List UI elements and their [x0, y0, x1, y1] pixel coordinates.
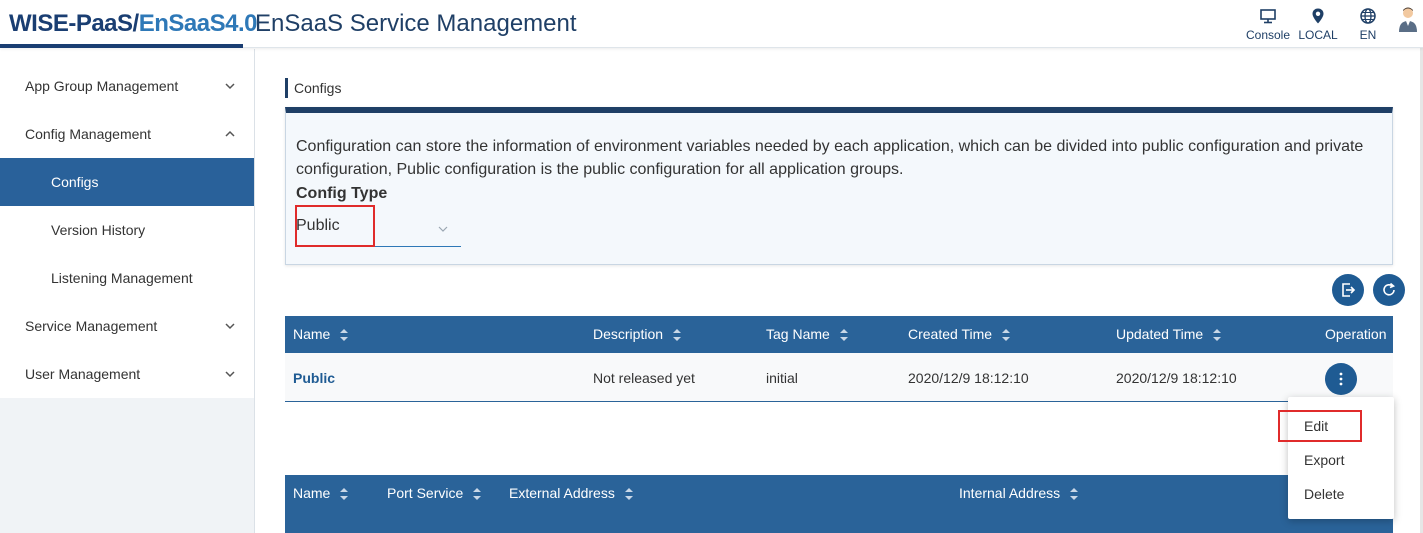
sidebar-item-user-management[interactable]: User Management — [0, 350, 254, 398]
config-type-select[interactable]: Public — [295, 205, 461, 247]
column-header-created-time[interactable]: Created Time — [908, 316, 1011, 353]
monitor-icon — [1260, 9, 1276, 24]
logo-underline — [0, 44, 243, 48]
sort-icon — [1002, 328, 1011, 341]
column-label: External Address — [509, 485, 615, 501]
column-header-name[interactable]: Name — [293, 316, 349, 353]
chevron-down-icon — [225, 323, 235, 330]
column-label: Created Time — [908, 326, 993, 342]
column-label: Tag Name — [766, 326, 830, 342]
top-header: WISE-PaaS/EnSaaS4.0 EnSaaS Service Manag… — [0, 0, 1423, 48]
top-actions: Console LOCAL EN — [1243, 4, 1423, 44]
logo-ensaas: EnSaaS4.0 — [138, 10, 258, 37]
column-header-operation: Operation — [1325, 316, 1386, 353]
sidebar-item-configs[interactable]: Configs — [0, 158, 254, 206]
config-description: Configuration can store the information … — [296, 138, 1364, 178]
sidebar-item-label: App Group Management — [25, 78, 179, 94]
sort-icon — [340, 328, 349, 341]
refresh-button[interactable] — [1373, 274, 1405, 306]
config-description-cell: Not released yet — [593, 369, 695, 386]
chevron-down-icon — [438, 226, 448, 232]
column-header-tag-name[interactable]: Tag Name — [766, 316, 849, 353]
highlight-box — [295, 205, 375, 247]
sidebar-item-label: Configs — [51, 174, 99, 190]
column-label: Description — [593, 326, 664, 342]
column-label: Updated Time — [1116, 326, 1204, 342]
column-header-name[interactable]: Name — [293, 475, 349, 512]
sidebar-item-listening-management[interactable]: Listening Management — [0, 254, 254, 302]
globe-icon — [1360, 8, 1376, 24]
chevron-down-icon — [225, 83, 235, 90]
sidebar-item-label: Version History — [51, 222, 146, 238]
breadcrumb: Configs — [285, 78, 341, 98]
sort-icon — [673, 328, 682, 341]
user-avatar-icon — [1399, 7, 1417, 32]
menu-item-export[interactable]: Export — [1304, 448, 1344, 472]
config-info-card: Configuration can store the information … — [285, 107, 1393, 265]
sidebar: App Group Management Config Management C… — [0, 49, 255, 533]
column-header-internal-address[interactable]: Internal Address — [959, 475, 1079, 512]
sort-icon — [473, 487, 482, 500]
menu-item-delete[interactable]: Delete — [1304, 482, 1344, 506]
column-header-port-service[interactable]: Port Service — [387, 475, 482, 512]
table-header: Name Port Service External Address Inter… — [285, 475, 1393, 533]
location-label: LOCAL — [1298, 28, 1338, 42]
sort-icon — [624, 487, 633, 500]
table-row: Public Not released yet initial 2020/12/… — [285, 353, 1393, 402]
sidebar-item-label: User Management — [25, 366, 141, 382]
console-button[interactable]: Console — [1243, 4, 1293, 44]
config-created-cell: 2020/12/9 18:12:10 — [908, 369, 1029, 386]
more-vertical-icon — [1339, 372, 1343, 386]
user-avatar-button[interactable] — [1393, 4, 1423, 44]
row-operation-button[interactable] — [1325, 363, 1357, 395]
table-header: Name Description Tag Name Created Time U… — [285, 316, 1393, 353]
export-button[interactable] — [1332, 274, 1364, 306]
sidebar-item-version-history[interactable]: Version History — [0, 206, 254, 254]
services-table: Name Port Service External Address Inter… — [285, 475, 1393, 533]
sidebar-item-label: Service Management — [25, 318, 158, 334]
config-tag-cell: initial — [766, 369, 798, 386]
app-title: EnSaaS Service Management — [255, 10, 577, 37]
sidebar-item-config-management[interactable]: Config Management — [0, 110, 254, 158]
sort-icon — [340, 487, 349, 500]
sidebar-item-label: Listening Management — [51, 270, 193, 286]
config-updated-cell: 2020/12/9 18:12:10 — [1116, 369, 1237, 386]
logo-wise-paas: WISE-PaaS/ — [9, 10, 139, 37]
language-button[interactable]: EN — [1343, 4, 1393, 44]
configs-table: Name Description Tag Name Created Time U… — [285, 316, 1393, 402]
export-icon — [1342, 283, 1356, 297]
sort-icon — [839, 328, 848, 341]
chevron-down-icon — [225, 371, 235, 378]
refresh-icon — [1383, 282, 1396, 296]
sidebar-item-label: Config Management — [25, 126, 152, 142]
location-pin-icon — [1312, 8, 1324, 24]
config-type-label: Config Type — [296, 185, 388, 202]
sidebar-item-service-management[interactable]: Service Management — [0, 302, 254, 350]
column-label: Internal Address — [959, 485, 1061, 501]
config-name-link[interactable]: Public — [293, 353, 335, 402]
column-header-updated-time[interactable]: Updated Time — [1116, 316, 1222, 353]
sidebar-menu: App Group Management Config Management C… — [0, 49, 254, 398]
column-label: Operation — [1325, 326, 1387, 342]
sort-icon — [1213, 328, 1222, 341]
location-button[interactable]: LOCAL — [1293, 4, 1343, 44]
sidebar-item-app-group-management[interactable]: App Group Management — [0, 62, 254, 110]
highlight-box — [1278, 410, 1362, 442]
sort-icon — [1070, 487, 1079, 500]
console-label: Console — [1245, 28, 1291, 42]
column-header-description[interactable]: Description — [593, 316, 682, 353]
column-header-external-address[interactable]: External Address — [509, 475, 634, 512]
chevron-up-icon — [225, 130, 235, 137]
column-label: Port Service — [387, 485, 464, 501]
language-label: EN — [1359, 28, 1377, 42]
column-label: Name — [293, 485, 331, 501]
brand-logo[interactable]: WISE-PaaS/EnSaaS4.0 — [9, 10, 257, 38]
column-label: Name — [293, 326, 331, 342]
